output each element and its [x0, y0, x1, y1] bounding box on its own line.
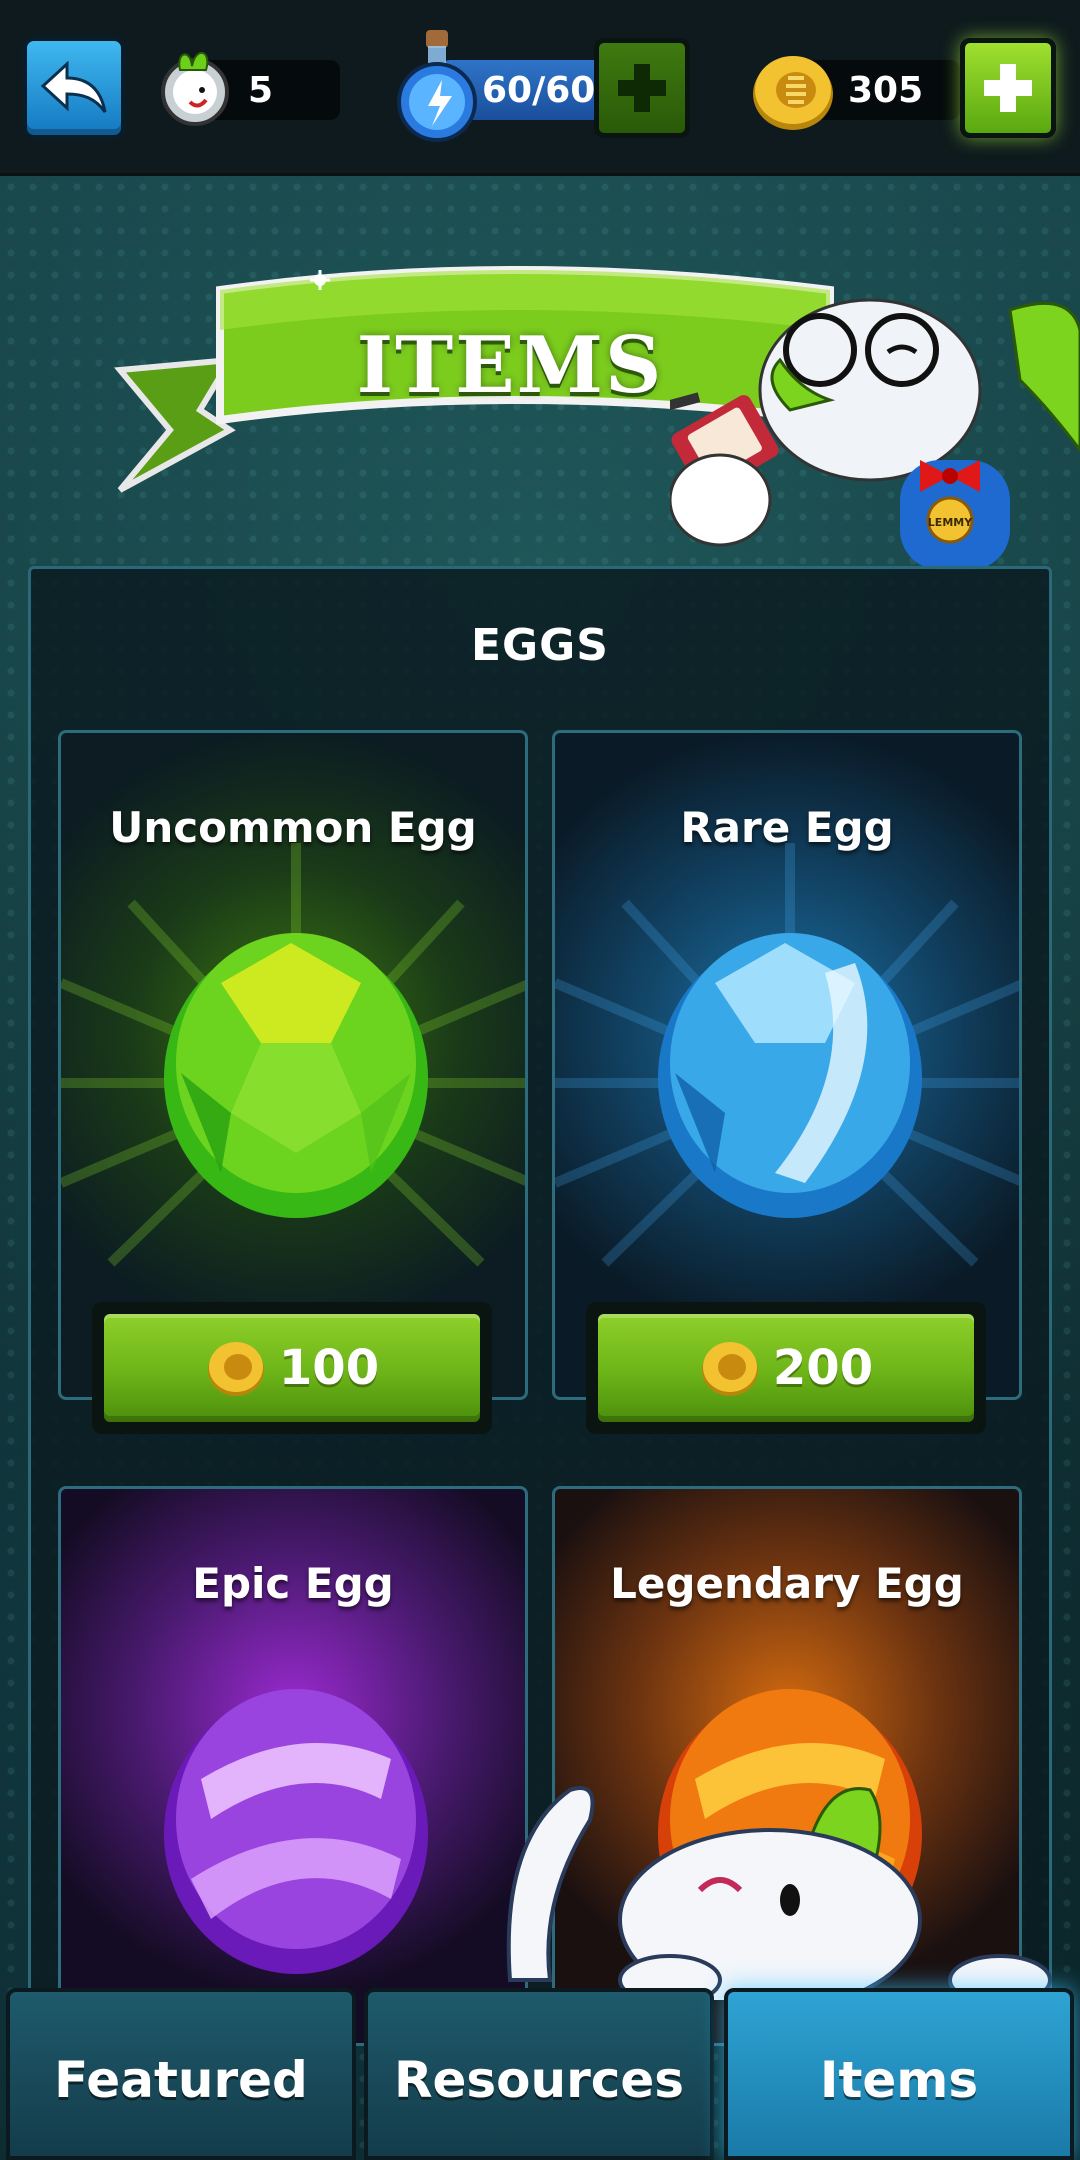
top-bar: 5 60/60 305: [0, 0, 1080, 176]
buy-rare-egg-button[interactable]: 200: [586, 1302, 986, 1434]
plus-icon: [984, 64, 1032, 112]
add-coins-button[interactable]: [960, 38, 1056, 138]
energy-value: 60/60: [482, 69, 596, 111]
tab-items[interactable]: Items: [724, 1988, 1074, 2160]
tab-label: Items: [819, 2051, 979, 2109]
tab-label: Resources: [393, 2051, 685, 2109]
back-button[interactable]: [22, 36, 126, 140]
egg-price: 100: [278, 1340, 380, 1396]
uncommon-egg-icon: [164, 933, 428, 1218]
bottom-tab-bar: Featured Resources Items: [0, 1988, 1080, 2160]
egg-name: Legendary Egg: [610, 1559, 964, 1608]
mascot-character-icon: LEMMY: [670, 298, 1080, 570]
mascot-badge: LEMMY: [928, 516, 973, 529]
potion-icon: [397, 30, 477, 142]
back-arrow-icon: [40, 60, 107, 113]
plus-icon: [618, 64, 666, 112]
egg-card-rare[interactable]: Rare Egg: [552, 730, 1022, 1400]
coin-icon: [701, 1342, 758, 1396]
tab-label: Featured: [54, 2051, 308, 2109]
egg-card-epic[interactable]: Epic Egg: [58, 1486, 528, 2046]
buy-uncommon-egg-button[interactable]: 100: [92, 1302, 492, 1434]
tab-resources[interactable]: Resources: [364, 1988, 714, 2160]
character-avatar-icon: [161, 52, 229, 126]
buy-button-face: 200: [598, 1314, 974, 1422]
tab-featured[interactable]: Featured: [6, 1988, 356, 2160]
egg-name: Epic Egg: [192, 1559, 394, 1608]
coins-value: 305: [848, 69, 924, 111]
rare-egg-icon: [658, 933, 922, 1218]
lives-count: 5: [248, 69, 274, 111]
epic-egg-icon: [164, 1689, 428, 1974]
coin-icon: [207, 1342, 264, 1396]
section-title: EGGS: [471, 620, 609, 671]
bunny-mascot-icon: [506, 1786, 1052, 2000]
coin-icon: [753, 56, 833, 130]
add-energy-button[interactable]: [594, 38, 690, 138]
egg-price: 200: [772, 1340, 874, 1396]
egg-card-uncommon[interactable]: Uncommon Egg: [58, 730, 528, 1400]
buy-button-face: 100: [104, 1314, 480, 1422]
